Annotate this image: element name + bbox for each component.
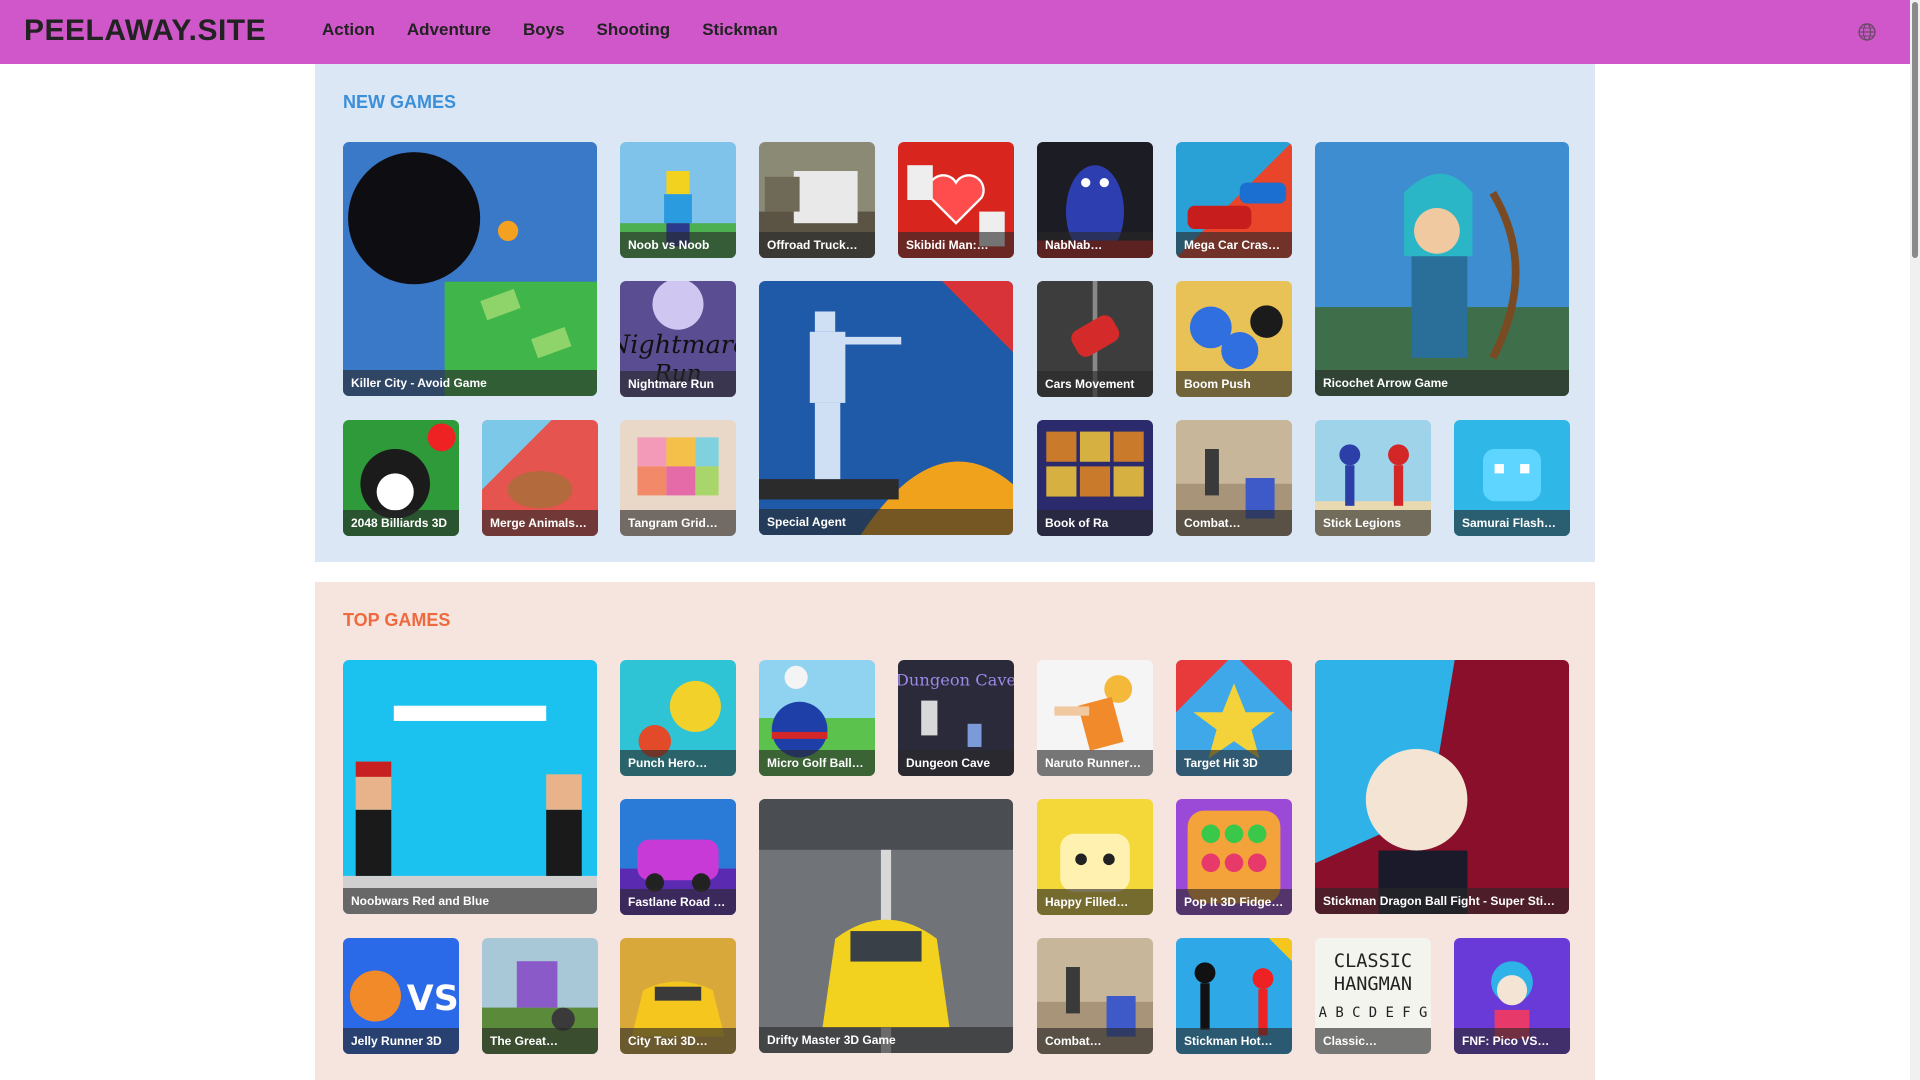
game-title: Mega Car Cras… bbox=[1176, 232, 1292, 258]
game-tile-nightmare-run[interactable]: NightmareRun Nightmare Run bbox=[620, 281, 736, 397]
game-title: Naruto Runner… bbox=[1037, 750, 1153, 776]
nav-boys[interactable]: Boys bbox=[523, 20, 565, 40]
game-title: Boom Push bbox=[1176, 371, 1292, 397]
new-games-title: NEW GAMES bbox=[343, 92, 457, 112]
site-logo[interactable]: PEELAWAY.SITE bbox=[24, 14, 266, 48]
game-tile-ricochet-arrow[interactable]: Ricochet Arrow Game bbox=[1315, 142, 1569, 396]
game-thumbnail bbox=[1315, 142, 1569, 396]
game-tile-naruto-runner[interactable]: Naruto Runner… bbox=[1037, 660, 1153, 776]
game-title: Offroad Truck… bbox=[759, 232, 875, 258]
game-tile-classic-hangman[interactable]: CLASSIC HANGMAN A B C D E F G Classic… bbox=[1315, 938, 1431, 1054]
game-title: Noob vs Noob bbox=[620, 232, 736, 258]
game-title: Samurai Flash… bbox=[1454, 510, 1570, 536]
game-tile-book-of-ra[interactable]: Book of Ra bbox=[1037, 420, 1153, 536]
scrollbar-thumb[interactable] bbox=[1912, 2, 1918, 258]
game-title: Happy Filled… bbox=[1037, 889, 1153, 915]
new-games-section: NEW GAMES Killer City - Avoid Game Noob … bbox=[315, 64, 1595, 562]
game-tile-stickman-hot[interactable]: Stickman Hot… bbox=[1176, 938, 1292, 1054]
game-title: FNF: Pico VS… bbox=[1454, 1028, 1570, 1054]
game-tile-dungeon-cave[interactable]: Dungeon Cave Dungeon Cave bbox=[898, 660, 1014, 776]
game-title: The Great… bbox=[482, 1028, 598, 1054]
game-title: City Taxi 3D… bbox=[620, 1028, 736, 1054]
game-title: Ricochet Arrow Game bbox=[1315, 370, 1569, 396]
game-tile-target-hit-3d[interactable]: Target Hit 3D bbox=[1176, 660, 1292, 776]
game-title: Jelly Runner 3D bbox=[343, 1028, 459, 1054]
globe-icon[interactable] bbox=[1857, 22, 1877, 42]
game-tile-mega-car-crash[interactable]: Mega Car Cras… bbox=[1176, 142, 1292, 258]
game-title: Stickman Dragon Ball Fight - Super Stic… bbox=[1315, 888, 1569, 914]
game-tile-fnf-pico[interactable]: FNF: Pico VS… bbox=[1454, 938, 1570, 1054]
game-tile-2048-billiards[interactable]: 2048 Billiards 3D bbox=[343, 420, 459, 536]
game-title: Cars Movement bbox=[1037, 371, 1153, 397]
game-thumbnail bbox=[343, 660, 597, 914]
game-title: Pop It 3D Fidge… bbox=[1176, 889, 1292, 915]
game-title: 2048 Billiards 3D bbox=[343, 510, 459, 536]
game-thumbnail bbox=[759, 281, 1013, 535]
game-tile-drifty-master[interactable]: Drifty Master 3D Game bbox=[759, 799, 1013, 1053]
game-title: Micro Golf Ball… bbox=[759, 750, 875, 776]
game-tile-the-great[interactable]: The Great… bbox=[482, 938, 598, 1054]
game-tile-noobwars[interactable]: Noobwars Red and Blue bbox=[343, 660, 597, 914]
game-title: Classic… bbox=[1315, 1028, 1431, 1054]
top-navbar: PEELAWAY.SITE Action Adventure Boys Shoo… bbox=[0, 0, 1910, 64]
game-tile-stickman-dragon-ball[interactable]: Stickman Dragon Ball Fight - Super Stic… bbox=[1315, 660, 1569, 914]
game-tile-combat-2[interactable]: Combat… bbox=[1037, 938, 1153, 1054]
svg-text:Dungeon Cave: Dungeon Cave bbox=[898, 671, 1014, 690]
game-title: NabNab… bbox=[1037, 232, 1153, 258]
top-games-section: TOP GAMES Noobwars Red and Blue Punch He… bbox=[315, 582, 1595, 1080]
svg-text:Nightmare: Nightmare bbox=[620, 330, 736, 360]
game-tile-jelly-runner[interactable]: VS Jelly Runner 3D bbox=[343, 938, 459, 1054]
game-title: Fastlane Road … bbox=[620, 889, 736, 915]
game-title: Stickman Hot… bbox=[1176, 1028, 1292, 1054]
nav-action[interactable]: Action bbox=[322, 20, 375, 40]
game-tile-skibidi-man[interactable]: Skibidi Man:… bbox=[898, 142, 1014, 258]
svg-text:HANGMAN: HANGMAN bbox=[1334, 974, 1412, 995]
svg-text:VS: VS bbox=[407, 979, 459, 1019]
svg-text:CLASSIC: CLASSIC bbox=[1334, 951, 1412, 972]
game-title: Special Agent bbox=[759, 509, 1013, 535]
game-tile-offroad-truck[interactable]: Offroad Truck… bbox=[759, 142, 875, 258]
game-tile-tangram-grid[interactable]: Tangram Grid… bbox=[620, 420, 736, 536]
game-title: Nightmare Run bbox=[620, 371, 736, 397]
category-nav: Action Adventure Boys Shooting Stickman bbox=[322, 20, 778, 40]
game-title: Punch Hero… bbox=[620, 750, 736, 776]
game-tile-combat[interactable]: Combat… bbox=[1176, 420, 1292, 536]
game-tile-pop-it-3d[interactable]: Pop It 3D Fidge… bbox=[1176, 799, 1292, 915]
game-title: Dungeon Cave bbox=[898, 750, 1014, 776]
game-thumbnail bbox=[343, 142, 597, 396]
game-tile-merge-animals[interactable]: Merge Animals… bbox=[482, 420, 598, 536]
game-tile-noob-vs-noob[interactable]: Noob vs Noob bbox=[620, 142, 736, 258]
game-title: Merge Animals… bbox=[482, 510, 598, 536]
game-tile-punch-hero[interactable]: Punch Hero… bbox=[620, 660, 736, 776]
game-tile-cars-movement[interactable]: Cars Movement bbox=[1037, 281, 1153, 397]
game-thumbnail bbox=[1315, 660, 1569, 914]
nav-shooting[interactable]: Shooting bbox=[597, 20, 671, 40]
game-title: Stick Legions bbox=[1315, 510, 1431, 536]
game-title: Drifty Master 3D Game bbox=[759, 1027, 1013, 1053]
game-tile-fastlane-road[interactable]: Fastlane Road … bbox=[620, 799, 736, 915]
game-tile-stick-legions[interactable]: Stick Legions bbox=[1315, 420, 1431, 536]
game-tile-killer-city[interactable]: Killer City - Avoid Game bbox=[343, 142, 597, 396]
game-title: Target Hit 3D bbox=[1176, 750, 1292, 776]
game-title: Combat… bbox=[1037, 1028, 1153, 1054]
game-tile-city-taxi-3d[interactable]: City Taxi 3D… bbox=[620, 938, 736, 1054]
game-title: Skibidi Man:… bbox=[898, 232, 1014, 258]
nav-stickman[interactable]: Stickman bbox=[702, 20, 778, 40]
game-tile-happy-filled[interactable]: Happy Filled… bbox=[1037, 799, 1153, 915]
game-thumbnail bbox=[759, 799, 1013, 1053]
game-title: Noobwars Red and Blue bbox=[343, 888, 597, 914]
game-tile-special-agent[interactable]: Special Agent bbox=[759, 281, 1013, 535]
top-games-title: TOP GAMES bbox=[343, 610, 451, 630]
game-tile-micro-golf-ball[interactable]: Micro Golf Ball… bbox=[759, 660, 875, 776]
game-tile-nabnab[interactable]: NabNab… bbox=[1037, 142, 1153, 258]
game-tile-samurai-flash[interactable]: Samurai Flash… bbox=[1454, 420, 1570, 536]
game-title: Tangram Grid… bbox=[620, 510, 736, 536]
svg-text:A B C D E F G: A B C D E F G bbox=[1319, 1005, 1428, 1021]
game-title: Combat… bbox=[1176, 510, 1292, 536]
game-title: Book of Ra bbox=[1037, 510, 1153, 536]
nav-adventure[interactable]: Adventure bbox=[407, 20, 491, 40]
game-tile-boom-push[interactable]: Boom Push bbox=[1176, 281, 1292, 397]
game-title: Killer City - Avoid Game bbox=[343, 370, 597, 396]
